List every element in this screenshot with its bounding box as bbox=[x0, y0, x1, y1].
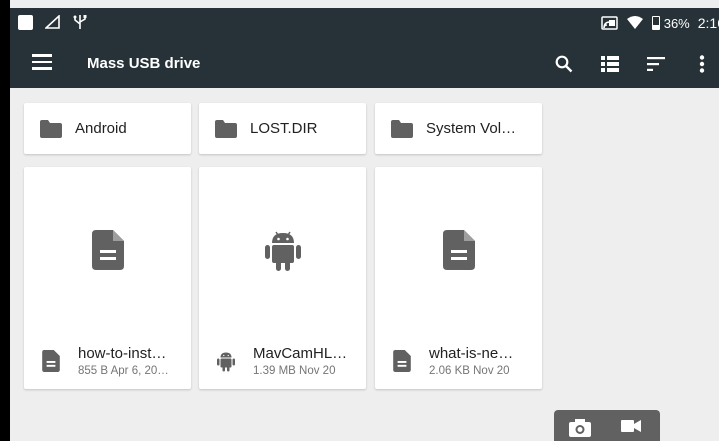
folder-name: Android bbox=[75, 120, 127, 137]
file-card-what-is-new[interactable]: what-is-ne… 2.06 KB Nov 20 bbox=[375, 167, 542, 389]
android-icon bbox=[264, 231, 301, 271]
cast-icon bbox=[600, 16, 618, 30]
file-card-how-to-install[interactable]: how-to-inst… 855 B Apr 6, 20… bbox=[24, 167, 191, 389]
more-vert-icon[interactable] bbox=[689, 51, 715, 77]
file-manager-screen: 36% 2:16 Mass USB drive bbox=[10, 0, 719, 441]
video-icon[interactable] bbox=[621, 419, 641, 433]
battery-icon bbox=[651, 16, 660, 30]
file-name: how-to-inst… bbox=[78, 345, 167, 362]
signal-outline-icon bbox=[45, 15, 60, 29]
folder-item-system-volume[interactable]: System Vol… bbox=[375, 103, 542, 154]
folder-name: System Vol… bbox=[426, 120, 517, 137]
android-icon bbox=[217, 352, 235, 372]
document-icon bbox=[91, 229, 124, 270]
notification-square-icon bbox=[18, 14, 33, 30]
list-view-icon[interactable] bbox=[597, 51, 623, 77]
document-icon bbox=[442, 229, 475, 270]
file-name: MavCamHL… bbox=[253, 345, 348, 362]
file-info: 2.06 KB Nov 20 bbox=[429, 365, 510, 377]
menu-icon[interactable] bbox=[32, 54, 52, 74]
document-icon bbox=[393, 350, 411, 372]
camera-quick-bar bbox=[554, 410, 660, 441]
file-info: 1.39 MB Nov 20 bbox=[253, 365, 336, 377]
document-icon bbox=[42, 350, 60, 372]
folder-name: LOST.DIR bbox=[250, 120, 318, 137]
folder-icon bbox=[215, 119, 237, 138]
page-title: Mass USB drive bbox=[87, 55, 201, 72]
folder-item-android[interactable]: Android bbox=[24, 103, 191, 154]
status-bar: 36% 2:16 bbox=[10, 8, 719, 40]
camera-icon[interactable] bbox=[569, 419, 591, 437]
usb-icon bbox=[73, 15, 87, 29]
app-bar: Mass USB drive bbox=[10, 40, 719, 88]
folder-item-lost-dir[interactable]: LOST.DIR bbox=[199, 103, 366, 154]
file-card-mavcamhl[interactable]: MavCamHL… 1.39 MB Nov 20 bbox=[199, 167, 366, 389]
folder-icon bbox=[40, 119, 62, 138]
wifi-icon bbox=[626, 16, 643, 29]
search-icon[interactable] bbox=[551, 51, 577, 77]
file-info: 855 B Apr 6, 20… bbox=[78, 365, 169, 377]
folder-icon bbox=[391, 119, 413, 138]
file-name: what-is-ne… bbox=[429, 345, 514, 362]
status-time: 2:16 bbox=[697, 15, 719, 31]
sort-icon[interactable] bbox=[643, 51, 669, 77]
battery-percent: 36% bbox=[663, 15, 690, 31]
